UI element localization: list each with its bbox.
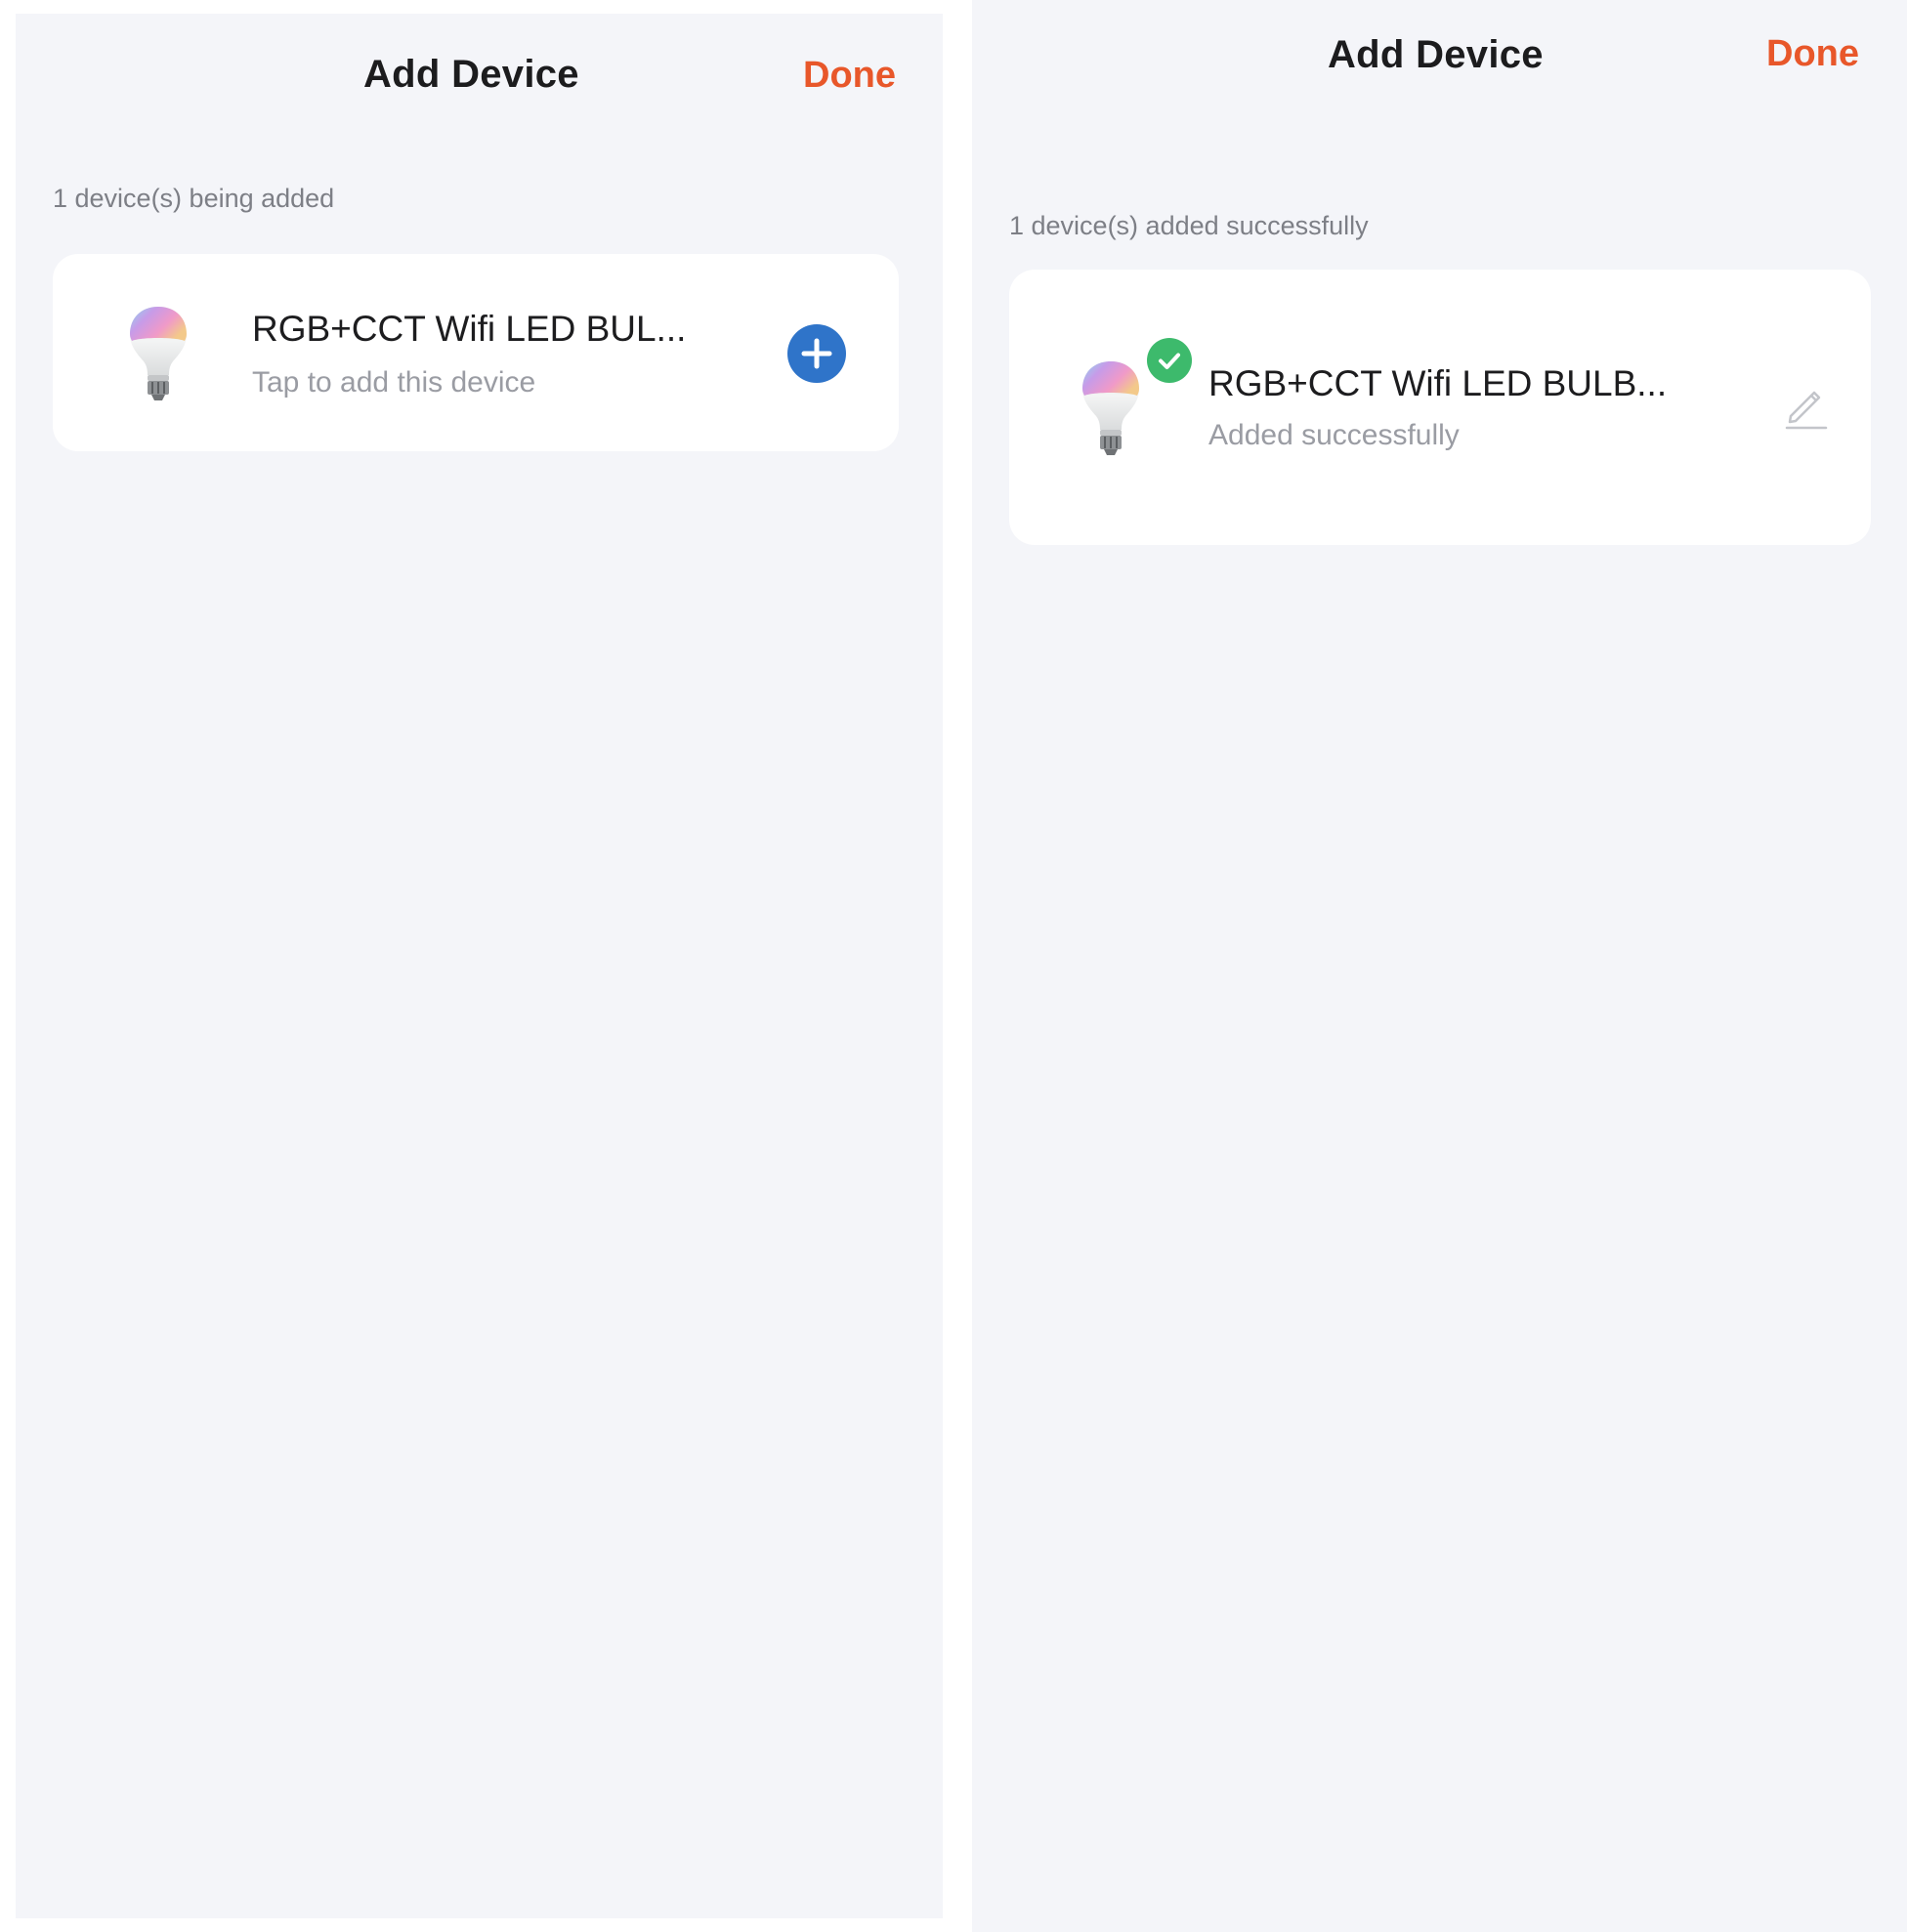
device-name: RGB+CCT Wifi LED BUL... (252, 309, 687, 349)
add-device-screen-pending: Add Device Done 1 device(s) being added (16, 14, 943, 1918)
success-badge (1147, 338, 1192, 383)
page-title: Add Device (1328, 33, 1544, 76)
device-status: Added successfully (1208, 419, 1460, 451)
section-label: 1 device(s) added successfully (1009, 211, 1369, 240)
page-title: Add Device (363, 53, 579, 96)
checkmark-icon (1159, 353, 1180, 369)
light-bulb-icon (1082, 361, 1139, 455)
pencil-icon (1785, 391, 1828, 430)
device-status: Tap to add this device (252, 366, 536, 399)
device-card[interactable]: RGB+CCT Wifi LED BULB... Added successfu… (1009, 270, 1871, 545)
add-device-screen-success: Add Device Done 1 device(s) added succes… (972, 0, 1907, 1932)
done-button[interactable]: Done (1766, 33, 1859, 75)
device-card[interactable]: RGB+CCT Wifi LED BUL... Tap to add this … (53, 254, 899, 451)
done-button[interactable]: Done (803, 55, 896, 97)
edit-name-button[interactable] (1781, 381, 1832, 432)
device-name: RGB+CCT Wifi LED BULB... (1208, 363, 1668, 403)
light-bulb-icon (130, 307, 187, 400)
section-label: 1 device(s) being added (53, 184, 335, 213)
plus-icon (801, 338, 832, 369)
add-device-button[interactable] (787, 324, 846, 383)
